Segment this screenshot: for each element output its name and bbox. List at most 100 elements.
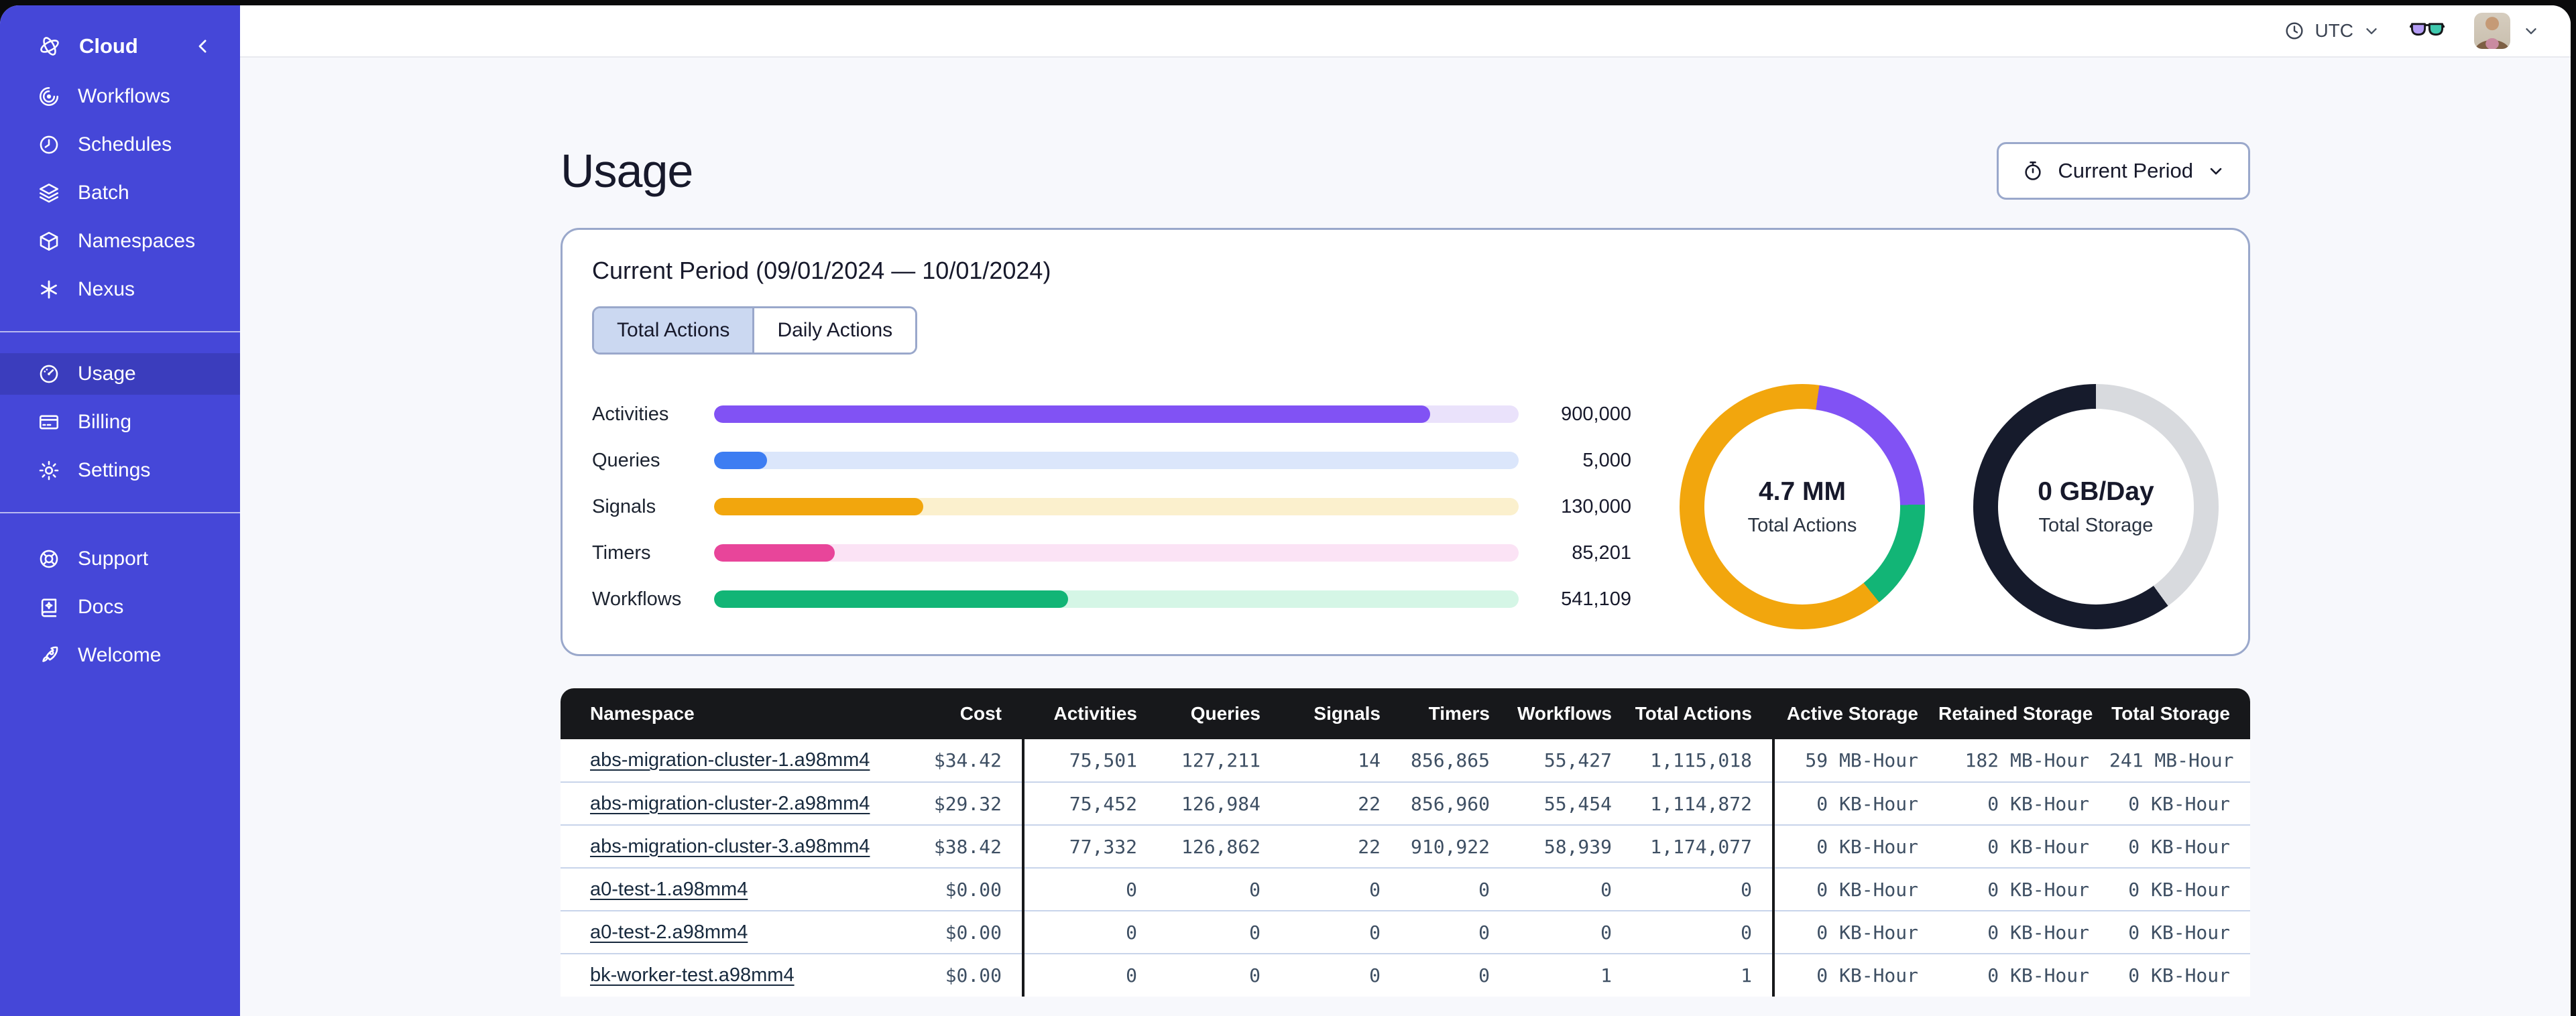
bar-row-signals: Signals 130,000	[592, 496, 1631, 518]
sidebar: Cloud Workflows Schedules Batch Namespaces N…	[0, 5, 240, 1016]
cell-activities: 77,332	[1069, 835, 1137, 858]
cell-total_actions: 1	[1741, 964, 1752, 987]
sidebar-divider	[0, 512, 240, 513]
cell-queries: 126,984	[1181, 792, 1261, 815]
cell-workflows: 0	[1600, 878, 1612, 901]
cell-cost: $0.00	[945, 964, 1002, 987]
chevron-down-icon	[2207, 162, 2225, 180]
bar-label: Queries	[592, 449, 660, 471]
glasses-icon	[2410, 19, 2445, 43]
actions-tab-group: Total Actions Daily Actions	[592, 306, 918, 355]
sidebar-item-support[interactable]: Support	[0, 538, 240, 580]
sidebar-item-batch[interactable]: Batch	[0, 172, 240, 214]
cell-retained_storage: 182 MB-Hour	[1965, 749, 2089, 771]
cell-total_storage: 0 KB-Hour	[2128, 835, 2230, 858]
page-title: Usage	[561, 145, 693, 197]
namespace-link[interactable]: abs-migration-cluster-2.a98mm4	[590, 793, 870, 814]
period-selector-label: Current Period	[2058, 159, 2193, 182]
table-row: abs-migration-cluster-2.a98mm4 $29.32 75,4…	[561, 781, 2250, 825]
sidebar-item-label: Settings	[78, 459, 151, 481]
cell-signals: 22	[1358, 835, 1381, 858]
timezone-picker[interactable]: UTC	[2284, 20, 2380, 42]
tab-daily-actions[interactable]: Daily Actions	[752, 308, 916, 353]
sidebar-item-label: Support	[78, 548, 149, 570]
usage-charts: Activities 900,000 Queries 5,000 Signals 130,…	[592, 384, 2219, 629]
sidebar-item-billing[interactable]: Billing	[0, 401, 240, 443]
column-header-namespace: Namespace	[561, 688, 862, 739]
table-row: abs-migration-cluster-3.a98mm4 $38.42 77,3…	[561, 824, 2250, 868]
sidebar-item-docs[interactable]: Docs	[0, 586, 240, 628]
bar-label: Timers	[592, 542, 651, 564]
bar-label: Signals	[592, 495, 656, 517]
brand-label: Cloud	[79, 34, 138, 58]
page-header: Usage Current Period	[561, 142, 2250, 200]
app-window: Cloud Workflows Schedules Batch Namespaces N…	[0, 5, 2571, 1016]
bar-label: Workflows	[592, 588, 682, 610]
column-header-workflows: Workflows	[1510, 688, 1632, 739]
namespace-link[interactable]: abs-migration-cluster-1.a98mm4	[590, 749, 870, 771]
column-header-timers: Timers	[1401, 688, 1510, 739]
usage-icon	[38, 363, 60, 385]
cell-active_storage: 0 KB-Hour	[1816, 964, 1918, 987]
column-header-cost: Cost	[862, 688, 1023, 739]
namespace-usage-table: Namespace Cost Activities Queries Signals Tim…	[561, 688, 2250, 997]
namespace-link[interactable]: bk-worker-test.a98mm4	[590, 964, 795, 986]
cell-retained_storage: 0 KB-Hour	[1987, 835, 2089, 858]
bar-value: 900,000	[1561, 403, 1631, 425]
labs-toggle-button[interactable]	[2410, 19, 2445, 43]
sidebar-item-welcome[interactable]: Welcome	[0, 635, 240, 676]
namespace-link[interactable]: a0-test-2.a98mm4	[590, 922, 748, 943]
table-row: a0-test-1.a98mm4 $0.00 0 0 0 0 0 0 0 KB-Hour 0 KB…	[561, 867, 2250, 911]
workflows-icon	[38, 85, 60, 108]
cell-workflows: 58,939	[1543, 835, 1612, 858]
namespace-link[interactable]: abs-migration-cluster-3.a98mm4	[590, 836, 870, 857]
cell-queries: 126,862	[1181, 835, 1261, 858]
topbar: UTC	[240, 5, 2571, 58]
stopwatch-icon	[2022, 160, 2044, 182]
cell-timers: 856,865	[1410, 749, 1490, 771]
cell-total_storage: 241 MB-Hour	[2109, 749, 2234, 771]
bar-row-timers: Timers 85,201	[592, 542, 1631, 564]
column-header-queries: Queries	[1157, 688, 1281, 739]
bar-row-queries: Queries 5,000	[592, 450, 1631, 472]
sidebar-collapse-button[interactable]	[193, 36, 213, 56]
cell-activities: 0	[1126, 921, 1137, 944]
sidebar-item-label: Billing	[78, 411, 132, 433]
cell-active_storage: 0 KB-Hour	[1816, 878, 1918, 901]
namespaces-icon	[38, 230, 60, 253]
cell-cost: $0.00	[945, 921, 1002, 944]
cell-cost: $29.32	[933, 792, 1002, 815]
cell-workflows: 1	[1600, 964, 1612, 987]
usage-card-title: Current Period (09/01/2024 — 10/01/2024)	[592, 257, 1051, 284]
sidebar-item-workflows[interactable]: Workflows	[0, 76, 240, 117]
bar-value: 130,000	[1561, 495, 1631, 517]
sidebar-divider	[0, 331, 240, 332]
cell-total_actions: 1,115,018	[1650, 749, 1752, 771]
sidebar-item-label: Docs	[78, 596, 124, 618]
welcome-icon	[38, 644, 60, 667]
namespace-link[interactable]: a0-test-1.a98mm4	[590, 879, 748, 900]
usage-summary-card: Current Period (09/01/2024 — 10/01/2024)…	[561, 228, 2250, 656]
sidebar-item-label: Welcome	[78, 644, 162, 666]
sidebar-item-usage[interactable]: Usage	[0, 353, 240, 395]
cell-timers: 0	[1478, 921, 1490, 944]
sidebar-item-namespaces[interactable]: Namespaces	[0, 220, 240, 262]
support-icon	[38, 548, 60, 570]
cell-total_actions: 1,114,872	[1650, 792, 1752, 815]
bar-track	[714, 544, 1519, 562]
cell-active_storage: 0 KB-Hour	[1816, 835, 1918, 858]
cell-workflows: 55,454	[1543, 792, 1612, 815]
cell-cost: $38.42	[933, 835, 1002, 858]
column-header-signals: Signals	[1281, 688, 1401, 739]
period-selector-button[interactable]: Current Period	[1997, 142, 2250, 200]
sidebar-item-settings[interactable]: Settings	[0, 450, 240, 491]
total-storage-label: Total Storage	[2038, 514, 2154, 536]
schedules-icon	[38, 133, 60, 156]
sidebar-item-nexus[interactable]: Nexus	[0, 269, 240, 310]
cell-signals: 0	[1369, 878, 1381, 901]
account-menu[interactable]	[2474, 13, 2540, 49]
cell-signals: 14	[1358, 749, 1381, 771]
sidebar-item-schedules[interactable]: Schedules	[0, 124, 240, 166]
sidebar-item-label: Namespaces	[78, 230, 196, 252]
tab-total-actions[interactable]: Total Actions	[594, 308, 753, 353]
